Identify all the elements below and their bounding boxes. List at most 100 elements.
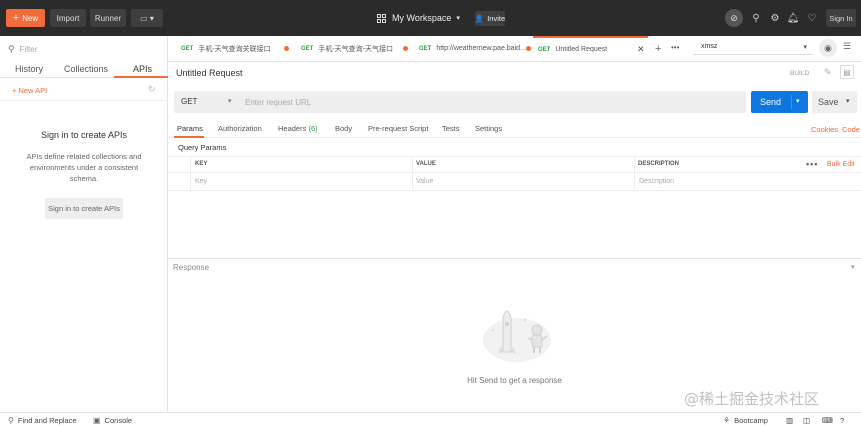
workspace-switcher[interactable]: My Workspace ▾ bbox=[377, 10, 460, 26]
sliders-icon[interactable]: ☰ bbox=[843, 41, 851, 52]
send-button[interactable]: Send ▾ bbox=[751, 91, 808, 113]
sign-in-description: APIs define related collections and envi… bbox=[26, 152, 142, 183]
close-icon[interactable]: ✕ bbox=[637, 44, 645, 55]
search-icon: ⚲ bbox=[8, 43, 15, 54]
console-button[interactable]: ▣ Console bbox=[93, 416, 132, 425]
console-icon: ▣ bbox=[93, 416, 101, 425]
tab-apis[interactable]: APIs bbox=[133, 64, 152, 74]
unsaved-dot bbox=[403, 46, 408, 51]
chevron-down-icon[interactable]: ▾ bbox=[846, 97, 850, 105]
tab-authorization[interactable]: Authorization bbox=[218, 124, 262, 133]
chevron-down-icon[interactable]: ▾ bbox=[796, 97, 800, 105]
add-tab-icon[interactable]: + bbox=[655, 43, 661, 55]
sign-in-title: Sign in to create APIs bbox=[40, 130, 128, 140]
import-button[interactable]: Import bbox=[50, 9, 86, 27]
pencil-icon[interactable]: ✎ bbox=[824, 67, 832, 78]
request-tab[interactable]: GET http://weathernew.pae.baid... bbox=[419, 36, 533, 61]
url-bar: GET ▾ bbox=[174, 91, 746, 113]
column-divider bbox=[634, 156, 635, 191]
tab-body[interactable]: Body bbox=[335, 124, 352, 133]
response-hint: Hit Send to get a response bbox=[467, 376, 562, 385]
description-input[interactable]: Description bbox=[639, 178, 674, 185]
column-header-description: DESCRIPTION bbox=[638, 161, 680, 167]
table-header: KEY VALUE DESCRIPTION ••• Bulk Edit bbox=[168, 156, 861, 173]
sign-in-button[interactable]: Sign In bbox=[826, 9, 856, 27]
cookies-link[interactable]: Cookies bbox=[811, 125, 838, 134]
request-tab-active[interactable]: GET Untitled Request ✕ bbox=[533, 36, 648, 61]
chevron-down-icon[interactable]: ▾ bbox=[228, 97, 232, 105]
column-header-value: VALUE bbox=[416, 161, 436, 167]
tab-params[interactable]: Params bbox=[177, 124, 203, 133]
send-label: Send bbox=[760, 97, 782, 107]
response-divider[interactable] bbox=[168, 258, 861, 259]
bell-icon[interactable]: 🔔︎ bbox=[786, 11, 800, 25]
chevron-down-icon: ▾ bbox=[803, 43, 807, 51]
code-link[interactable]: Code bbox=[842, 125, 860, 134]
method-badge: GET bbox=[419, 45, 432, 52]
tab-collections[interactable]: Collections bbox=[64, 64, 108, 74]
sync-icon[interactable]: ⊘ bbox=[725, 9, 743, 27]
request-tabs-bar: GET 手机-天气查询关联接口 GET 手机-天气查询-天气接口 GET htt… bbox=[168, 36, 861, 62]
tab-tests[interactable]: Tests bbox=[442, 124, 460, 133]
sidebar: ⚲ Filter History Collections APIs + New … bbox=[0, 36, 168, 412]
status-bar: ⚲ Find and Replace ▣ Console ⚘ Bootcamp ▥ ◫… bbox=[0, 412, 861, 426]
request-tab-label: http://weathernew.pae.baid... bbox=[436, 45, 526, 52]
tab-history[interactable]: History bbox=[15, 64, 43, 74]
invite-button[interactable]: 👤 Invite bbox=[475, 11, 505, 26]
headers-count: (6) bbox=[308, 124, 318, 133]
keyboard-icon[interactable]: ⌨ bbox=[822, 416, 833, 425]
find-replace-label: Find and Replace bbox=[17, 416, 77, 425]
request-param-tabs: Params Authorization Headers (6) Body Pr… bbox=[168, 120, 861, 138]
save-button[interactable]: Save ▾ bbox=[812, 91, 857, 113]
user-plus-icon: 👤 bbox=[474, 14, 485, 23]
tab-pre-request-script[interactable]: Pre-request Script bbox=[368, 124, 428, 133]
more-options-icon[interactable]: ••• bbox=[806, 159, 818, 169]
document-icon[interactable]: ▤ bbox=[840, 65, 854, 79]
console-label: Console bbox=[104, 416, 133, 425]
runner-button[interactable]: Runner bbox=[90, 9, 126, 27]
new-button-label: New bbox=[22, 13, 39, 23]
eye-icon[interactable]: ◉ bbox=[819, 39, 837, 57]
new-button[interactable]: + New bbox=[6, 9, 45, 27]
layout-toggle-icon[interactable]: ▥ bbox=[786, 416, 793, 425]
refresh-icon[interactable]: ↻ bbox=[148, 84, 156, 95]
bulk-edit-link[interactable]: Bulk Edit bbox=[827, 161, 855, 168]
help-icon[interactable]: ? bbox=[840, 416, 844, 425]
more-tabs-icon[interactable]: ••• bbox=[671, 43, 679, 52]
bootcamp-button[interactable]: ⚘ Bootcamp bbox=[723, 416, 768, 425]
environment-select[interactable]: xmsz ▾ bbox=[693, 39, 813, 55]
environment-label: xmsz bbox=[701, 43, 718, 50]
key-input[interactable]: Key bbox=[195, 178, 207, 185]
sign-in-to-create-apis-button[interactable]: Sign in to create APIs bbox=[45, 198, 123, 219]
filter-input[interactable]: ⚲ Filter bbox=[8, 42, 160, 56]
request-tab-label: 手机-天气查询-天气接口 bbox=[318, 45, 394, 53]
new-window-button[interactable]: ▭ ▾ bbox=[131, 9, 163, 27]
method-select[interactable]: GET bbox=[181, 97, 197, 106]
satellite-icon[interactable]: ⚲ bbox=[749, 11, 763, 25]
value-input[interactable]: Value bbox=[416, 178, 433, 185]
column-divider bbox=[412, 156, 413, 191]
top-bar: + New Import Runner ▭ ▾ My Workspace ▾ 👤 I… bbox=[0, 0, 861, 36]
settings-icon[interactable]: ⚙ bbox=[768, 11, 782, 25]
request-tab[interactable]: GET 手机-天气查询-天气接口 bbox=[301, 36, 411, 61]
filter-placeholder: Filter bbox=[19, 44, 38, 54]
new-api-button[interactable]: + New API bbox=[12, 86, 47, 95]
chevron-down-icon[interactable]: ▾ bbox=[851, 263, 855, 271]
heart-icon[interactable]: ♡ bbox=[805, 11, 819, 25]
bootcamp-icon: ⚘ bbox=[723, 416, 731, 425]
find-replace-button[interactable]: ⚲ Find and Replace bbox=[8, 416, 77, 425]
new-window-icon: ▭ ▾ bbox=[140, 13, 154, 23]
url-input[interactable] bbox=[245, 91, 740, 113]
method-badge: GET bbox=[538, 46, 551, 53]
tab-settings[interactable]: Settings bbox=[475, 124, 502, 133]
unsaved-dot bbox=[526, 46, 531, 51]
build-label[interactable]: BUILD bbox=[790, 70, 809, 77]
headers-label: Headers bbox=[278, 124, 307, 133]
request-tab-label: 手机-天气查询关联接口 bbox=[198, 45, 271, 53]
request-tab[interactable]: GET 手机-天气查询关联接口 bbox=[181, 36, 291, 61]
tab-headers[interactable]: Headers (6) bbox=[278, 124, 318, 133]
query-params-title: Query Params bbox=[178, 143, 227, 152]
watermark: @稀土掘金技术社区 bbox=[684, 390, 820, 408]
bootcamp-label: Bootcamp bbox=[734, 416, 768, 425]
two-pane-icon[interactable]: ◫ bbox=[803, 416, 810, 425]
